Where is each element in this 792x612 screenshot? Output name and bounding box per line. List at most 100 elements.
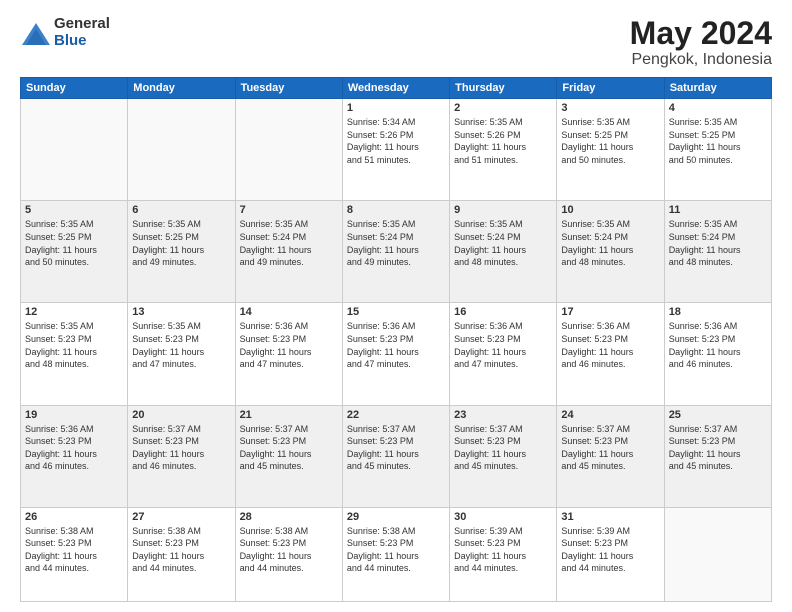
- day-number: 13: [132, 306, 230, 318]
- day-info: Sunrise: 5:35 AM Sunset: 5:25 PM Dayligh…: [132, 218, 230, 268]
- table-row: 27Sunrise: 5:38 AM Sunset: 5:23 PM Dayli…: [128, 507, 235, 601]
- day-info: Sunrise: 5:38 AM Sunset: 5:23 PM Dayligh…: [132, 525, 230, 575]
- day-info: Sunrise: 5:35 AM Sunset: 5:24 PM Dayligh…: [454, 218, 552, 268]
- day-number: 11: [669, 204, 767, 216]
- col-wednesday: Wednesday: [342, 78, 449, 99]
- table-row: 15Sunrise: 5:36 AM Sunset: 5:23 PM Dayli…: [342, 303, 449, 405]
- table-row: [21, 99, 128, 201]
- day-number: 17: [561, 306, 659, 318]
- table-row: 6 Sunrise: 5:35 AM Sunset: 5:25 PM Daylig…: [128, 201, 235, 303]
- day-number: 22: [347, 409, 445, 421]
- day-number: 10: [561, 204, 659, 216]
- table-row: [235, 99, 342, 201]
- table-row: 18 Sunrise: 5:36 AM Sunset: 5:23 PM Dayli…: [664, 303, 771, 405]
- calendar-table: Sunday Monday Tuesday Wednesday Thursday…: [20, 77, 772, 602]
- title-month: May 2024: [630, 16, 772, 51]
- table-row: 19 Sunrise: 5:36 AM Sunset: 5:23 PM Dayli…: [21, 405, 128, 507]
- day-info: Sunrise: 5:37 AM Sunset: 5:23 PM Dayligh…: [240, 423, 338, 473]
- day-info: Sunrise: 5:34 AM Sunset: 5:26 PM Dayligh…: [347, 116, 445, 166]
- table-row: 2 Sunrise: 5:35 AM Sunset: 5:26 PM Daylig…: [450, 99, 557, 201]
- table-row: [128, 99, 235, 201]
- table-row: 7 Sunrise: 5:35 AM Sunset: 5:24 PM Daylig…: [235, 201, 342, 303]
- day-number: 18: [669, 306, 767, 318]
- day-info: Sunrise: 5:35 AM Sunset: 5:26 PM Dayligh…: [454, 116, 552, 166]
- logo-icon: [20, 21, 50, 45]
- day-number: 3: [561, 102, 659, 114]
- day-info: Sunrise: 5:37 AM Sunset: 5:23 PM Dayligh…: [454, 423, 552, 473]
- day-info: Sunrise: 5:38 AM Sunset: 5:23 PM Dayligh…: [25, 525, 123, 575]
- day-info: Sunrise: 5:37 AM Sunset: 5:23 PM Dayligh…: [561, 423, 659, 473]
- day-info: Sunrise: 5:36 AM Sunset: 5:23 PM Dayligh…: [454, 320, 552, 370]
- title-location: Pengkok, Indonesia: [630, 51, 772, 69]
- day-info: Sunrise: 5:35 AM Sunset: 5:23 PM Dayligh…: [132, 320, 230, 370]
- table-row: 14 Sunrise: 5:36 AM Sunset: 5:23 PM Dayli…: [235, 303, 342, 405]
- day-info: Sunrise: 5:35 AM Sunset: 5:24 PM Dayligh…: [347, 218, 445, 268]
- col-monday: Monday: [128, 78, 235, 99]
- table-row: 8Sunrise: 5:35 AM Sunset: 5:24 PM Daylig…: [342, 201, 449, 303]
- day-info: Sunrise: 5:36 AM Sunset: 5:23 PM Dayligh…: [561, 320, 659, 370]
- calendar-week-row: 5 Sunrise: 5:35 AM Sunset: 5:25 PM Daylig…: [21, 201, 772, 303]
- day-info: Sunrise: 5:37 AM Sunset: 5:23 PM Dayligh…: [669, 423, 767, 473]
- table-row: 4Sunrise: 5:35 AM Sunset: 5:25 PM Daylig…: [664, 99, 771, 201]
- day-number: 12: [25, 306, 123, 318]
- col-sunday: Sunday: [21, 78, 128, 99]
- day-number: 7: [240, 204, 338, 216]
- col-tuesday: Tuesday: [235, 78, 342, 99]
- day-info: Sunrise: 5:39 AM Sunset: 5:23 PM Dayligh…: [561, 525, 659, 575]
- logo-general-text: General: [54, 16, 110, 33]
- day-info: Sunrise: 5:35 AM Sunset: 5:24 PM Dayligh…: [669, 218, 767, 268]
- day-info: Sunrise: 5:35 AM Sunset: 5:23 PM Dayligh…: [25, 320, 123, 370]
- table-row: 1 Sunrise: 5:34 AM Sunset: 5:26 PM Daylig…: [342, 99, 449, 201]
- day-number: 9: [454, 204, 552, 216]
- page: General Blue May 2024 Pengkok, Indonesia…: [0, 0, 792, 612]
- day-number: 5: [25, 204, 123, 216]
- logo-text: General Blue: [54, 16, 110, 49]
- table-row: 10Sunrise: 5:35 AM Sunset: 5:24 PM Dayli…: [557, 201, 664, 303]
- day-number: 29: [347, 511, 445, 523]
- table-row: 20 Sunrise: 5:37 AM Sunset: 5:23 PM Dayli…: [128, 405, 235, 507]
- day-number: 21: [240, 409, 338, 421]
- calendar-header-row: Sunday Monday Tuesday Wednesday Thursday…: [21, 78, 772, 99]
- day-info: Sunrise: 5:36 AM Sunset: 5:23 PM Dayligh…: [669, 320, 767, 370]
- day-info: Sunrise: 5:38 AM Sunset: 5:23 PM Dayligh…: [347, 525, 445, 575]
- day-number: 1: [347, 102, 445, 114]
- day-number: 14: [240, 306, 338, 318]
- day-info: Sunrise: 5:39 AM Sunset: 5:23 PM Dayligh…: [454, 525, 552, 575]
- table-row: 16 Sunrise: 5:36 AM Sunset: 5:23 PM Dayli…: [450, 303, 557, 405]
- day-number: 31: [561, 511, 659, 523]
- day-number: 16: [454, 306, 552, 318]
- table-row: 3 Sunrise: 5:35 AM Sunset: 5:25 PM Daylig…: [557, 99, 664, 201]
- day-info: Sunrise: 5:36 AM Sunset: 5:23 PM Dayligh…: [240, 320, 338, 370]
- table-row: 23 Sunrise: 5:37 AM Sunset: 5:23 PM Dayli…: [450, 405, 557, 507]
- day-number: 6: [132, 204, 230, 216]
- table-row: [664, 507, 771, 601]
- day-number: 2: [454, 102, 552, 114]
- day-number: 4: [669, 102, 767, 114]
- table-row: 22 Sunrise: 5:37 AM Sunset: 5:23 PM Dayli…: [342, 405, 449, 507]
- table-row: 31 Sunrise: 5:39 AM Sunset: 5:23 PM Dayli…: [557, 507, 664, 601]
- logo-blue-text: Blue: [54, 33, 110, 50]
- day-number: 19: [25, 409, 123, 421]
- day-number: 20: [132, 409, 230, 421]
- col-thursday: Thursday: [450, 78, 557, 99]
- day-info: Sunrise: 5:35 AM Sunset: 5:24 PM Dayligh…: [240, 218, 338, 268]
- col-friday: Friday: [557, 78, 664, 99]
- day-info: Sunrise: 5:36 AM Sunset: 5:23 PM Dayligh…: [25, 423, 123, 473]
- table-row: 24Sunrise: 5:37 AM Sunset: 5:23 PM Dayli…: [557, 405, 664, 507]
- table-row: 29 Sunrise: 5:38 AM Sunset: 5:23 PM Dayli…: [342, 507, 449, 601]
- table-row: 26 Sunrise: 5:38 AM Sunset: 5:23 PM Dayli…: [21, 507, 128, 601]
- day-info: Sunrise: 5:35 AM Sunset: 5:25 PM Dayligh…: [25, 218, 123, 268]
- day-info: Sunrise: 5:37 AM Sunset: 5:23 PM Dayligh…: [132, 423, 230, 473]
- table-row: 12 Sunrise: 5:35 AM Sunset: 5:23 PM Dayli…: [21, 303, 128, 405]
- logo: General Blue: [20, 16, 110, 49]
- day-info: Sunrise: 5:35 AM Sunset: 5:25 PM Dayligh…: [561, 116, 659, 166]
- table-row: 5 Sunrise: 5:35 AM Sunset: 5:25 PM Daylig…: [21, 201, 128, 303]
- calendar-week-row: 12 Sunrise: 5:35 AM Sunset: 5:23 PM Dayli…: [21, 303, 772, 405]
- calendar-week-row: 19 Sunrise: 5:36 AM Sunset: 5:23 PM Dayli…: [21, 405, 772, 507]
- day-number: 26: [25, 511, 123, 523]
- table-row: 25Sunrise: 5:37 AM Sunset: 5:23 PM Dayli…: [664, 405, 771, 507]
- day-number: 15: [347, 306, 445, 318]
- table-row: 28Sunrise: 5:38 AM Sunset: 5:23 PM Dayli…: [235, 507, 342, 601]
- day-info: Sunrise: 5:37 AM Sunset: 5:23 PM Dayligh…: [347, 423, 445, 473]
- day-number: 23: [454, 409, 552, 421]
